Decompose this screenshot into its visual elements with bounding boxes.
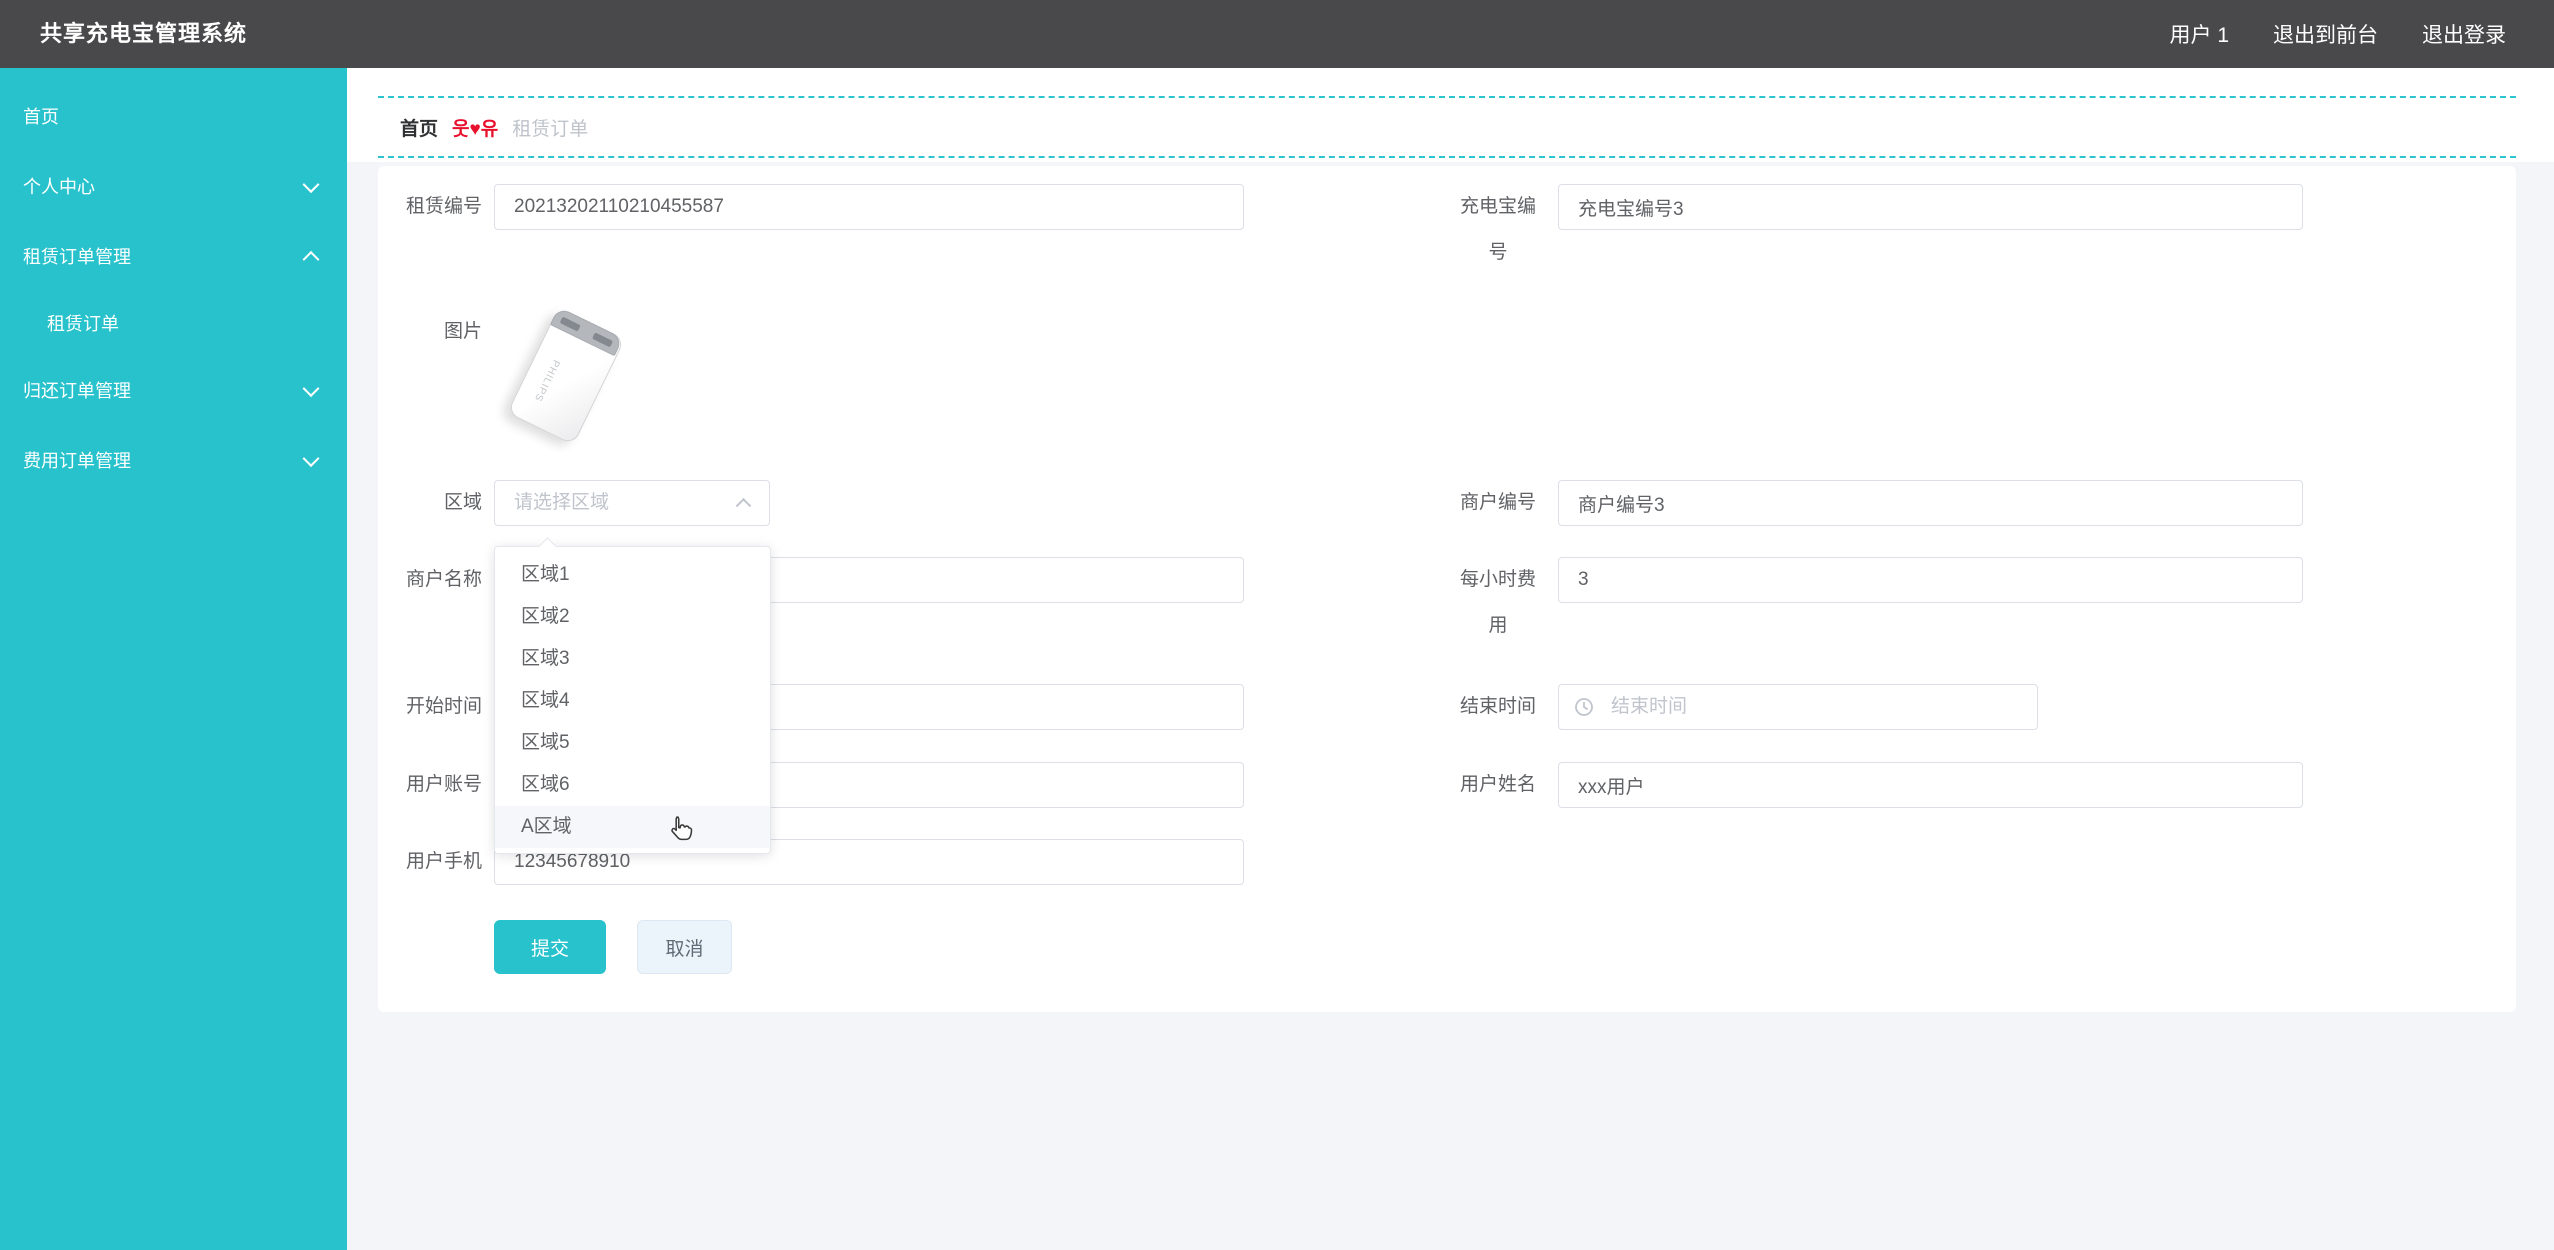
sidebar-item[interactable]: 首页 [0,82,347,152]
user-name-label: 用户姓名 [1459,774,1536,795]
app-title: 共享充电宝管理系统 [40,21,248,46]
chevron-down-icon [302,176,320,194]
user-name-input[interactable] [1558,762,2303,808]
start-time-label: 开始时间 [405,696,482,717]
area-option[interactable]: 区域1 [495,554,770,596]
rental-no-label: 租赁编号 [405,196,482,217]
chevron-down-icon [302,380,320,398]
sidebar-item-label: 租赁订单管理 [23,247,131,267]
breadcrumb-strip: 首页 웃♥유 租赁订单 [347,68,2554,162]
top-bar: 共享充电宝管理系统 用户 1 退出到前台 退出登录 [0,0,2554,68]
top-link[interactable]: 退出到前台 [2273,19,2378,49]
powerbank-image: PHILIPS [506,306,626,446]
powerbank-brand-text: PHILIPS [531,357,562,404]
dropdown-caret [538,537,557,556]
area-option[interactable]: 区域4 [495,680,770,722]
hourly-fee-input[interactable] [1558,557,2303,603]
sidebar-menu: 首页个人中心租赁订单管理租赁订单归还订单管理 费用订单管理 [0,68,347,1250]
sidebar-item-label: 个人中心 [23,177,95,197]
cancel-button[interactable]: 取消 [637,920,732,974]
breadcrumb-separator: 웃♥유 [452,118,499,140]
sidebar-item[interactable]: 费用订单管理 [0,426,347,496]
rental-no-input[interactable] [494,184,1244,230]
chevron-down-icon [302,450,320,468]
merchant-no-label: 商户编号 [1459,492,1536,513]
area-option[interactable]: 区域3 [495,638,770,680]
breadcrumb: 首页 웃♥유 租赁订单 [378,96,2516,158]
powerbank-body: PHILIPS [506,306,626,446]
sidebar-item-label: 归还订单管理 [23,381,131,401]
breadcrumb-current: 租赁订单 [512,118,589,140]
powerbank-no-label: 充电宝编号 [1459,196,1536,263]
chevron-up-icon [735,497,752,514]
sidebar-subitem[interactable]: 租赁订单 [0,292,347,356]
area-option[interactable]: 区域6 [495,764,770,806]
user-account-label: 用户账号 [405,774,482,795]
area-option[interactable]: A区域 [495,806,770,848]
area-label: 区域 [443,492,482,513]
top-links: 用户 1 退出到前台 退出登录 [2169,0,2506,68]
image-label: 图片 [443,321,482,342]
powerbank-no-input[interactable] [1558,184,2303,230]
rental-order-form-card: 租赁编号 充电宝编号 图片 PHILIPS 区域 请选择区域 商户编号 商户名称… [378,166,2516,1012]
breadcrumb-home-link[interactable]: 首页 [400,114,438,141]
usb-port [592,332,614,348]
top-link[interactable]: 用户 1 [2169,19,2229,49]
top-link[interactable]: 退出登录 [2422,19,2506,49]
powerbank-top-cap [549,306,624,357]
merchant-no-input[interactable] [1558,480,2303,526]
user-phone-label: 用户手机 [405,851,482,872]
end-time-input[interactable] [1558,684,2038,730]
sidebar-item-label: 租赁订单 [47,314,119,334]
usb-port [559,316,581,332]
area-dropdown-list: 区域1 区域2 区域3 区域4 区域5 区域6 A区域 [494,537,771,854]
sidebar-item-label: 费用订单管理 [23,451,131,471]
submit-button[interactable]: 提交 [494,920,606,974]
area-option[interactable]: 区域5 [495,722,770,764]
area-select[interactable]: 请选择区域 [494,480,770,526]
sidebar-item[interactable]: 归还订单管理 [0,356,347,426]
hourly-fee-label: 每小时费用 [1459,569,1536,636]
chevron-up-icon [302,250,320,268]
merchant-name-label: 商户名称 [405,569,482,590]
sidebar-item[interactable]: 租赁订单管理 [0,222,347,292]
area-select-placeholder: 请选择区域 [514,492,610,513]
end-time-label: 结束时间 [1459,696,1536,717]
area-option[interactable]: 区域2 [495,596,770,638]
sidebar-item[interactable]: 个人中心 [0,152,347,222]
sidebar-item-label: 首页 [23,107,59,127]
